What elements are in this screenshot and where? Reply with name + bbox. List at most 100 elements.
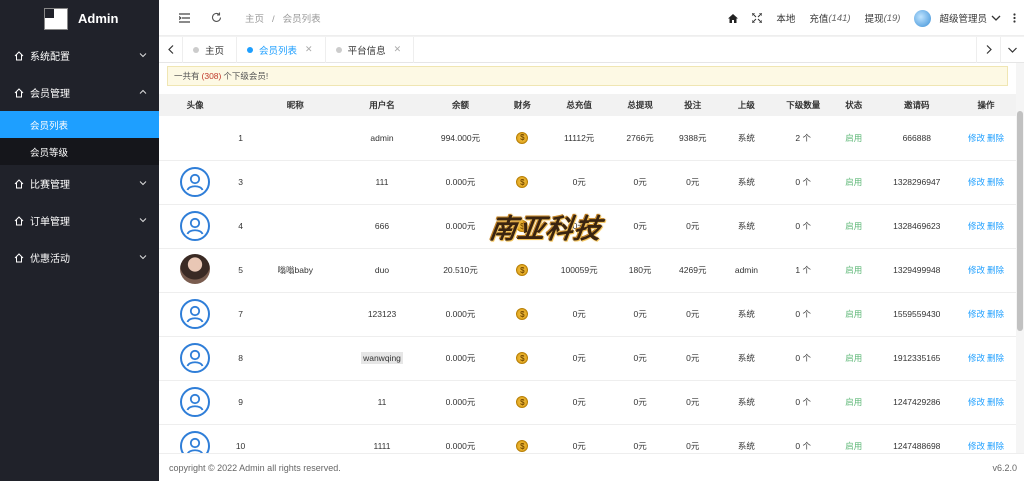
cell-status: 启用	[830, 336, 878, 381]
cell-code: 1247429286	[877, 380, 956, 425]
coin-icon[interactable]: $	[516, 396, 529, 408]
tab-platform-info[interactable]: 平台信息 ✕	[326, 36, 415, 63]
cell-rech: 11112元	[547, 116, 612, 161]
avatar	[180, 167, 211, 197]
tab-options[interactable]	[1000, 36, 1024, 63]
house-icon	[728, 13, 739, 23]
cell-code: 1329499948	[877, 248, 956, 293]
tab-label: 主页	[205, 45, 225, 57]
fullscreen-button[interactable]	[752, 13, 763, 23]
logo[interactable]: Admin	[0, 0, 159, 37]
actions-cell: 修改 删除	[956, 248, 1016, 293]
cell-wd: 2766元	[611, 116, 669, 161]
more-vertical-icon	[1013, 13, 1016, 23]
cell-user: wanwqing	[340, 336, 424, 381]
actions-cell: 修改 删除	[956, 380, 1016, 425]
delete-link[interactable]: 删除	[987, 441, 1004, 451]
breadcrumb-home[interactable]: 主页	[245, 14, 264, 25]
cell-parent: 系统	[716, 160, 777, 205]
notice-suffix: 个下级会员!	[223, 71, 269, 81]
finance-cell: $	[497, 248, 548, 293]
cell-wd: 0元	[611, 336, 669, 381]
cell-wd: 0元	[611, 380, 669, 425]
coin-icon[interactable]: $	[516, 131, 529, 144]
delete-link[interactable]: 删除	[987, 309, 1004, 319]
avatar	[180, 387, 211, 417]
tab-home[interactable]: 主页	[183, 36, 238, 63]
coin-icon[interactable]: $	[516, 308, 529, 320]
edit-link[interactable]: 修改	[968, 177, 985, 187]
cell-bet: 0元	[669, 336, 717, 381]
avatar	[180, 431, 211, 453]
coin-icon[interactable]: $	[516, 352, 529, 364]
recharge-label: 充值	[809, 14, 829, 25]
cell-id: 5	[231, 248, 250, 293]
delete-link[interactable]: 删除	[987, 397, 1004, 407]
close-icon[interactable]: ✕	[394, 44, 402, 55]
sidebar-item-members[interactable]: 会员管理	[0, 74, 159, 111]
cell-parent: admin	[716, 248, 777, 293]
breadcrumb-separator: /	[272, 13, 275, 25]
user-menu[interactable]: 超级管理员	[914, 9, 1001, 27]
edit-link[interactable]: 修改	[968, 221, 985, 231]
edit-link[interactable]: 修改	[968, 397, 985, 407]
cell-id: 8	[231, 336, 250, 381]
cell-parent: 系统	[716, 424, 777, 453]
user-icon	[187, 437, 204, 453]
refresh-icon[interactable]	[209, 11, 223, 25]
menu-toggle-icon[interactable]	[177, 11, 191, 25]
version: v6.2.0	[992, 462, 1017, 473]
tab-dot	[335, 46, 342, 53]
coin-icon[interactable]: $	[516, 440, 529, 452]
avatar-cell	[159, 336, 232, 381]
cell-user: 123123	[340, 292, 424, 337]
sidebar-item-system[interactable]: 系统配置	[0, 37, 159, 74]
edit-link[interactable]: 修改	[968, 309, 985, 319]
cell-subs: 0 个	[776, 160, 831, 205]
notice-count: (308)	[201, 71, 222, 81]
sidebar-item-matches[interactable]: 比赛管理	[0, 165, 159, 202]
sidebar-item-promotions[interactable]: 优惠活动	[0, 239, 159, 276]
avatar	[180, 343, 211, 373]
delete-link[interactable]: 删除	[987, 353, 1004, 363]
edit-link[interactable]: 修改	[968, 133, 985, 143]
cell-parent: 系统	[716, 204, 777, 249]
watermark-logo: 南亚科技	[487, 214, 604, 245]
delete-link[interactable]: 删除	[987, 221, 1004, 231]
recharge-link[interactable]: 充值 (141)	[809, 11, 850, 26]
cell-bet: 4269元	[669, 248, 717, 293]
scrollbar-thumb[interactable]	[1017, 111, 1023, 331]
table-row: 8 wanwqing 0.000元 $0元 0元 0元 系统 0 个启用 1912335165 修…	[159, 336, 1016, 381]
tab-scroll-left[interactable]	[159, 36, 183, 63]
edit-link[interactable]: 修改	[968, 353, 985, 363]
withdraw-link[interactable]: 提现 (19)	[865, 11, 901, 26]
sidebar-subitem-member-list[interactable]: 会员列表	[0, 111, 159, 138]
tab-member-list[interactable]: 会员列表 ✕	[237, 36, 326, 63]
cell-id: 4	[231, 204, 250, 249]
home-icon	[14, 87, 24, 97]
home-button[interactable]	[728, 13, 739, 23]
more-menu-button[interactable]	[1013, 13, 1016, 23]
actions-cell: 修改 删除	[956, 424, 1016, 453]
edit-link[interactable]: 修改	[968, 441, 985, 451]
column-header: 财务	[497, 94, 548, 116]
close-icon[interactable]: ✕	[305, 44, 313, 55]
delete-link[interactable]: 删除	[987, 265, 1004, 275]
coin-icon[interactable]: $	[516, 264, 529, 276]
edit-link[interactable]: 修改	[968, 265, 985, 275]
delete-link[interactable]: 删除	[987, 133, 1004, 143]
sidebar-item-orders[interactable]: 订单管理	[0, 202, 159, 239]
tab-scroll-right[interactable]	[976, 36, 1000, 63]
delete-link[interactable]: 删除	[987, 177, 1004, 187]
cell-bal: 0.000元	[423, 424, 498, 453]
cell-nick	[249, 336, 341, 381]
cell-bet: 0元	[669, 204, 717, 249]
cell-nick	[249, 160, 341, 205]
chevron-down-icon	[1008, 47, 1017, 53]
coin-icon[interactable]: $	[516, 176, 529, 188]
scrollbar[interactable]	[1016, 63, 1024, 453]
tab-dot	[193, 46, 199, 53]
local-link[interactable]: 本地	[776, 11, 795, 25]
sidebar-subitem-member-level[interactable]: 会员等级	[0, 138, 159, 165]
cell-user: 111	[340, 160, 424, 205]
